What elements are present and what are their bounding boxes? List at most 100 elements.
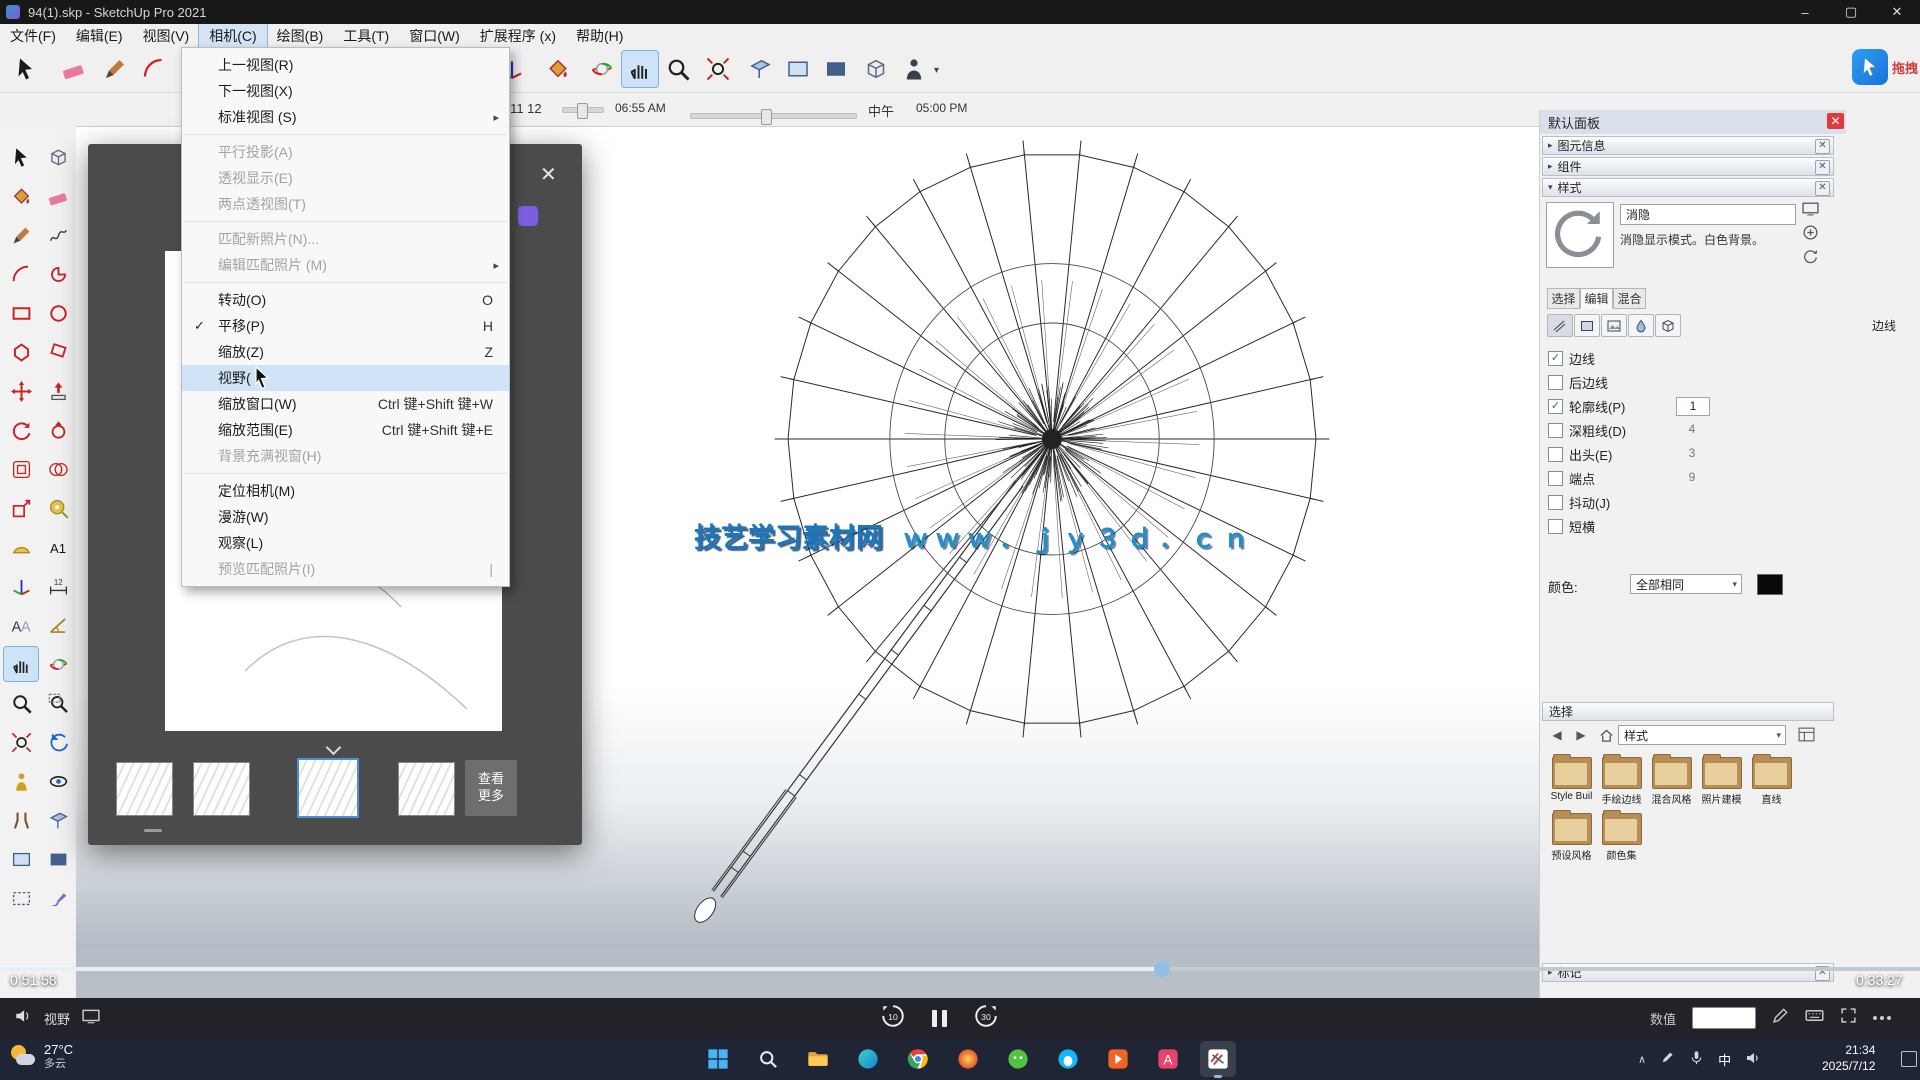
nav-back-button[interactable]: ◀	[1546, 725, 1568, 745]
rewind-10-button[interactable]: 10	[880, 1003, 906, 1034]
pencil-tool-button[interactable]	[4, 218, 38, 252]
zoom-extents-tool-button[interactable]	[700, 51, 736, 87]
section-bar-图元信息[interactable]: ▸图元信息✕	[1542, 136, 1834, 155]
3d-text-tool-button[interactable]: AA	[4, 608, 38, 642]
style-thumbnail-直线[interactable]: 直线	[1747, 757, 1796, 806]
viewer-thumbnail-1[interactable]	[116, 762, 173, 816]
push-pull-tool-button[interactable]	[41, 374, 75, 408]
screen-icon[interactable]	[82, 1007, 100, 1030]
view-more-button[interactable]: 查看更多	[465, 760, 517, 816]
video-progress-bar[interactable]	[0, 967, 1920, 971]
keyboard-icon[interactable]	[1805, 1006, 1824, 1030]
forward-30-button[interactable]: 30	[973, 1003, 999, 1034]
home-button[interactable]	[1595, 725, 1617, 745]
select-tool-button[interactable]	[8, 51, 44, 87]
chrome-taskbar-icon[interactable]	[900, 1041, 936, 1077]
style-thumbnail-预设风格[interactable]: 预设风格	[1547, 813, 1596, 862]
maximize-button[interactable]: ▢	[1828, 0, 1874, 24]
freehand-tool-button[interactable]	[41, 218, 75, 252]
clock[interactable]: 21:34 2025/7/12	[1822, 1042, 1875, 1074]
edge-set-button[interactable]	[1547, 314, 1573, 337]
annotate-pencil-icon[interactable]	[1772, 1007, 1789, 1029]
paint-tool-button[interactable]	[540, 51, 576, 87]
drag-tool-icon[interactable]	[1852, 49, 1888, 85]
tab-编辑[interactable]: 编辑	[1580, 288, 1613, 309]
section-close-icon[interactable]: ✕	[1815, 139, 1830, 154]
section-plane-tool-button[interactable]	[742, 51, 778, 87]
menu-item-13[interactable]: ✓平移(P)H	[182, 313, 509, 339]
menu-item-9[interactable]: 匹配新照片(N)...	[182, 226, 509, 252]
style-thumbnail[interactable]	[1546, 202, 1614, 268]
close-button[interactable]: ✕	[1874, 0, 1920, 24]
media-taskbar-icon[interactable]	[1100, 1041, 1136, 1077]
ime-indicator[interactable]: 中	[1718, 1050, 1731, 1069]
person-dropdown-caret[interactable]: ▾	[934, 65, 939, 76]
more-options-icon[interactable]	[1873, 1016, 1891, 1020]
menu-item-1[interactable]: 上一视图(R)	[182, 52, 509, 78]
section-display-tool-button[interactable]	[780, 51, 816, 87]
section-close-icon[interactable]: ✕	[1815, 160, 1830, 175]
menu-item-3[interactable]: 标准视图 (S)▸	[182, 104, 509, 130]
collapse-chevron-icon[interactable]	[327, 740, 341, 754]
section-close-icon[interactable]: ✕	[1815, 181, 1830, 196]
style-thumbnail-手绘边线[interactable]: 手绘边线	[1597, 757, 1646, 806]
follow-me-tool-button[interactable]	[41, 413, 75, 447]
style-refresh-icon[interactable]	[1802, 248, 1819, 268]
previous-tool-button[interactable]	[41, 725, 75, 759]
protractor-tool-button[interactable]	[4, 530, 38, 564]
pan-tool-button[interactable]	[4, 647, 38, 681]
notification-corner-icon[interactable]	[1901, 1051, 1917, 1067]
pause-button[interactable]	[932, 1010, 947, 1027]
person-tool-button[interactable]	[896, 51, 932, 87]
menu-item-21[interactable]: 漫游(W)	[182, 504, 509, 530]
firefox-taskbar-icon[interactable]	[950, 1041, 986, 1077]
dims-tool-button[interactable]: 12	[41, 569, 75, 603]
modeling-set-button[interactable]	[1655, 314, 1681, 337]
section-bar-样式[interactable]: ▾样式✕	[1542, 178, 1834, 197]
tape-tool-button[interactable]	[41, 491, 75, 525]
menu-item-18[interactable]: 背景充满视窗(H)	[182, 443, 509, 469]
look-around-tool-button[interactable]	[41, 764, 75, 798]
menubar-item-7[interactable]: 窗口(W)	[399, 24, 470, 47]
designer-taskbar-icon[interactable]: A	[1150, 1041, 1186, 1077]
paint-tool-button[interactable]	[4, 179, 38, 213]
tags-section-bar[interactable]: ▸标记 ✕	[1542, 963, 1834, 982]
edge-taskbar-icon[interactable]	[850, 1041, 886, 1077]
offset-tool-button[interactable]	[4, 452, 38, 486]
section-fill-tool-button[interactable]	[818, 51, 854, 87]
pencil-tool-button[interactable]	[97, 51, 133, 87]
date-slider[interactable]	[562, 107, 604, 113]
style-name-input[interactable]: 消隐	[1620, 204, 1796, 225]
watermark-set-button[interactable]	[1628, 314, 1654, 337]
style-collection-dropdown[interactable]: 样式▾	[1618, 725, 1786, 745]
menu-item-20[interactable]: 定位相机(M)	[182, 478, 509, 504]
circle-tool-button[interactable]	[41, 296, 75, 330]
qq-taskbar-icon[interactable]	[1050, 1041, 1086, 1077]
menu-item-14[interactable]: 缩放(Z)Z	[182, 339, 509, 365]
weather-widget[interactable]: 27°C 多云	[10, 1042, 73, 1071]
menu-item-2[interactable]: 下一视图(X)	[182, 78, 509, 104]
checkbox-unchecked[interactable]	[1548, 423, 1563, 438]
arc-tool-button[interactable]	[136, 51, 172, 87]
menu-item-6[interactable]: 透视显示(E)	[182, 165, 509, 191]
tray-pen-icon[interactable]	[1660, 1050, 1675, 1068]
walk-tool-button[interactable]	[4, 803, 38, 837]
color-dropdown[interactable]: 全部相同▾	[1630, 574, 1742, 594]
zoom-tool-button[interactable]	[4, 686, 38, 720]
menu-item-15[interactable]: 视野(	[182, 365, 509, 391]
move-tool-button[interactable]	[4, 374, 38, 408]
menu-item-17[interactable]: 缩放范围(E)Ctrl 键+Shift 键+E	[182, 417, 509, 443]
checkbox-unchecked[interactable]	[1548, 471, 1563, 486]
tray-chevron-icon[interactable]: ∧	[1638, 1053, 1646, 1066]
rotate-tool-button[interactable]	[4, 413, 38, 447]
menu-item-16[interactable]: 缩放窗口(W)Ctrl 键+Shift 键+W	[182, 391, 509, 417]
tab-混合[interactable]: 混合	[1613, 288, 1646, 309]
menubar-item-1[interactable]: 文件(F)	[0, 24, 66, 47]
zoom-extents-tool-button[interactable]	[4, 725, 38, 759]
menu-item-7[interactable]: 两点透视图(T)	[182, 191, 509, 217]
checkbox-unchecked[interactable]	[1548, 519, 1563, 534]
menu-item-10[interactable]: 编辑匹配照片 (M)▸	[182, 252, 509, 278]
checkbox-checked[interactable]: ✓	[1548, 351, 1563, 366]
panel-close-button[interactable]: ✕	[1827, 113, 1844, 129]
start-taskbar-icon[interactable]	[700, 1041, 736, 1077]
